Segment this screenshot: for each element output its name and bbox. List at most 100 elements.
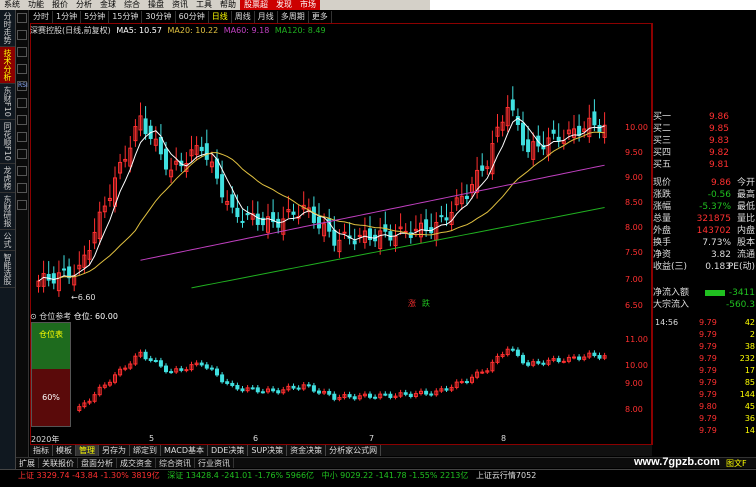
extension-tab[interactable]: 行业资讯 (195, 458, 234, 468)
tick-row: 9.79 232 (653, 353, 756, 364)
period-tab[interactable]: 分时 (30, 11, 53, 23)
menu-item[interactable]: 金球 (96, 0, 120, 10)
quote-row: 涨跌 -0.56 最高 (653, 189, 756, 201)
period-tab[interactable]: 日线 (209, 11, 232, 23)
menu-item[interactable]: 系统 (0, 0, 24, 10)
kline-chart[interactable]: ←6.60 涨跌 (31, 24, 651, 310)
menu-item[interactable]: 帮助 (216, 0, 240, 10)
period-tab[interactable]: 15分钟 (109, 11, 143, 23)
indicator-tab[interactable]: 绑定到 (130, 445, 161, 456)
orderbook-row[interactable]: 买四 9.82 (653, 147, 756, 159)
candle-body (199, 146, 204, 152)
tool-icon[interactable] (17, 13, 27, 23)
ind-body (296, 387, 301, 390)
tick-volume: 45 (744, 402, 755, 411)
legend-title: 深赛控股(日线,前复权) (30, 26, 111, 35)
left-tab[interactable]: 技术分析 (0, 47, 15, 84)
period-tab[interactable]: 周线 (232, 11, 255, 23)
ind-body (464, 381, 469, 384)
quote-panel: 买一 9.86 买二 9.85 买三 9.83 买四 9.82 买五 9.81 现价 9.86 今开 涨跌… (625, 23, 756, 445)
period-tab[interactable]: 30分钟 (142, 11, 176, 23)
menu-item[interactable]: 报价 (48, 0, 72, 10)
orderbook-row[interactable]: 买一 9.86 (653, 111, 756, 123)
left-tab[interactable]: 同花顺F10 (0, 120, 15, 164)
tool-icon[interactable] (17, 166, 27, 176)
menu-item[interactable]: 分析 (72, 0, 96, 10)
period-tab[interactable]: 1分钟 (53, 11, 82, 23)
flow-value: -560.3 (725, 300, 755, 310)
quote-label: 换手 (653, 238, 672, 248)
indicator-tab[interactable]: 模板 (53, 445, 76, 456)
left-tab[interactable]: 公式 (0, 230, 15, 251)
menu-item[interactable]: 工具 (192, 0, 216, 10)
period-tab[interactable]: 60分钟 (176, 11, 209, 23)
period-tab[interactable]: 更多 (309, 11, 332, 23)
extension-tab[interactable]: 综合资讯 (156, 458, 195, 468)
indicator-axis-label: 8.00 (625, 405, 643, 414)
orderbook-row[interactable]: 买三 9.83 (653, 135, 756, 147)
extension-tab[interactable]: 盘面分析 (78, 458, 117, 468)
left-tab[interactable]: 智能选股 (0, 251, 15, 288)
orderbook-row[interactable]: 买五 9.81 (653, 159, 756, 171)
extension-tab[interactable]: 扩展 (16, 458, 39, 468)
candle-body (240, 220, 245, 223)
tool-icon[interactable] (17, 64, 27, 74)
indicator-tab[interactable]: 另存为 (99, 445, 130, 456)
menu-item[interactable]: 发现 (272, 0, 296, 10)
indicator-tab[interactable]: SUP决策 (248, 445, 288, 456)
period-tab[interactable]: 多周期 (278, 11, 309, 23)
status-cloud: 上证云行情7052 (475, 471, 537, 480)
flow-label: 大宗流入 (653, 300, 690, 310)
tool-icon[interactable] (17, 149, 27, 159)
tool-icon[interactable] (17, 183, 27, 193)
indicator-tab[interactable]: 分析家公式网 (326, 445, 382, 456)
tick-price: 9.79 (699, 414, 717, 423)
ind-body (373, 396, 378, 399)
quote-row: 换手 7.73% 股本 (653, 237, 756, 249)
position-table: 仓位表 60% (31, 322, 71, 427)
indicator-chart[interactable] (31, 320, 651, 432)
indicator-tabs: 指标 模板 管理 另存为 绑定到 MACD基本 DDE决策 SUP决策 资金决策 分析家公式网 (30, 445, 652, 456)
indicator-tab[interactable]: 资金决策 (287, 445, 327, 456)
tool-icon[interactable] (17, 132, 27, 142)
status-tip[interactable]: 图文F (726, 458, 747, 469)
candle-body (204, 143, 209, 160)
left-tab[interactable]: 龙虎榜 (0, 164, 15, 193)
left-tab[interactable]: 分时走势 (0, 10, 15, 47)
candle-body (510, 99, 515, 111)
orderbook-price: 9.85 (708, 124, 729, 134)
tool-icon[interactable] (17, 98, 27, 108)
indicator-tab[interactable]: 管理 (76, 445, 99, 456)
tick-price: 9.79 (699, 354, 717, 363)
indicator-tab[interactable]: 指标 (30, 445, 53, 456)
period-tab[interactable]: 月线 (255, 11, 278, 23)
left-tab[interactable]: 东财研报 (0, 193, 15, 230)
tool-icon[interactable] (17, 30, 27, 40)
menu-item[interactable]: 综合 (120, 0, 144, 10)
tool-icon[interactable] (17, 47, 27, 57)
left-tab[interactable]: 东财F10 (0, 84, 15, 120)
tool-icon[interactable] (17, 115, 27, 125)
date-label: 7 (369, 434, 375, 443)
left-icon-strip: RSI (16, 10, 29, 462)
tool-icon[interactable]: RSI (17, 81, 28, 91)
price-axis-label: 9.50 (625, 148, 643, 157)
indicator-tab[interactable]: DDE决策 (208, 445, 249, 456)
ind-body (327, 391, 332, 395)
menu-item[interactable]: 资讯 (168, 0, 192, 10)
quote-row: 收益(三) 0.183 PE(动) (653, 261, 756, 273)
period-tab[interactable]: 5分钟 (81, 11, 110, 23)
menu-item[interactable]: 操盘 (144, 0, 168, 10)
menu-item[interactable]: 股票超 (240, 0, 272, 10)
candle-body (235, 207, 240, 218)
menu-item[interactable]: 功能 (24, 0, 48, 10)
candle-body (577, 125, 582, 136)
tool-icon[interactable] (17, 200, 27, 210)
indicator-tab[interactable]: MACD基本 (161, 445, 208, 456)
extension-tab[interactable]: 关联报价 (39, 458, 78, 468)
ind-body (204, 364, 209, 369)
extension-tab[interactable]: 成交资金 (117, 458, 156, 468)
menu-item[interactable]: 市场 (296, 0, 320, 10)
tick-price: 9.79 (699, 390, 717, 399)
orderbook-row[interactable]: 买二 9.85 (653, 123, 756, 135)
